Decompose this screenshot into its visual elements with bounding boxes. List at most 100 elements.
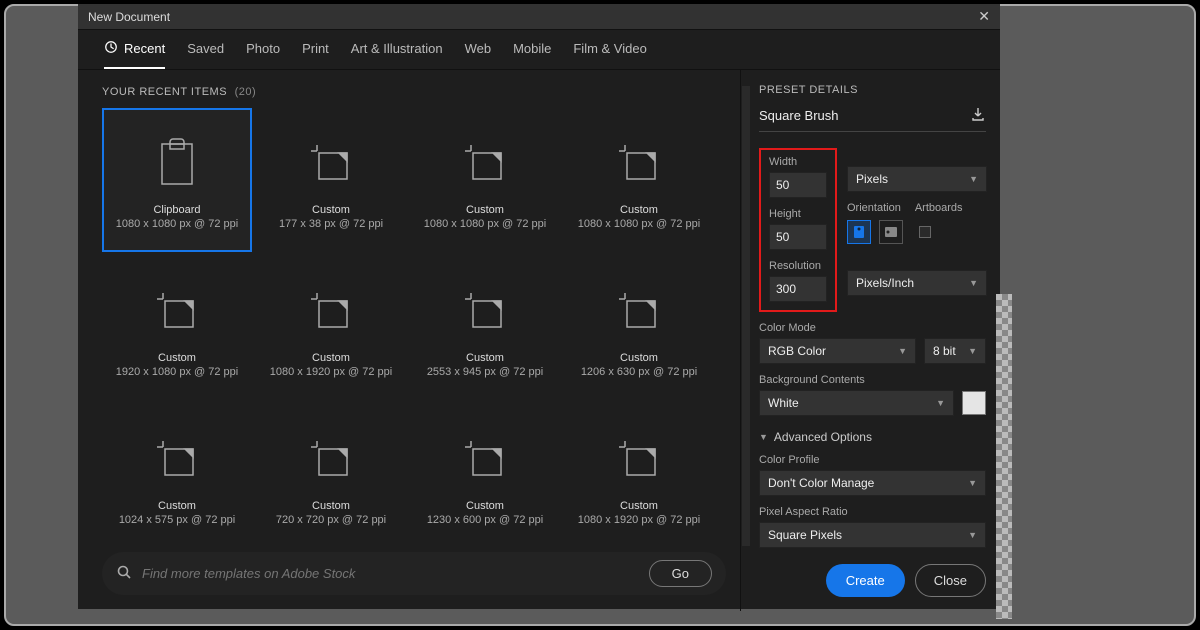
- close-button[interactable]: Close: [915, 564, 986, 597]
- search-icon: [116, 564, 132, 583]
- close-icon[interactable]: ✕: [978, 8, 990, 25]
- color-profile-select[interactable]: Don't Color Manage▼: [759, 470, 986, 496]
- preset-name: Custom: [620, 352, 658, 364]
- tab-saved[interactable]: Saved: [187, 40, 224, 69]
- tab-recent[interactable]: Recent: [104, 40, 165, 69]
- background-swatch[interactable]: [962, 391, 986, 415]
- resolution-unit-value: Pixels/Inch: [856, 276, 914, 290]
- width-unit-value: Pixels: [856, 172, 888, 186]
- document-icon: [614, 432, 664, 486]
- preset-dimensions: 177 x 38 px @ 72 ppi: [279, 218, 383, 230]
- import-preset-icon[interactable]: [970, 106, 986, 125]
- pixel-aspect-value: Square Pixels: [768, 528, 842, 542]
- preset-item[interactable]: Clipboard1080 x 1080 px @ 72 ppi: [102, 108, 252, 252]
- preset-name: Custom: [312, 352, 350, 364]
- clipboard-icon: [152, 136, 202, 190]
- tab-label: Photo: [246, 41, 280, 56]
- tab-art[interactable]: Art & Illustration: [351, 40, 443, 69]
- width-input[interactable]: [769, 172, 827, 198]
- preset-name: Custom: [158, 500, 196, 512]
- preset-item[interactable]: Custom 1080 x 1080 px @ 72 ppi: [410, 108, 560, 252]
- preset-dimensions: 1080 x 1920 px @ 72 ppi: [270, 366, 392, 378]
- advanced-options-toggle[interactable]: ▼ Advanced Options: [759, 430, 986, 444]
- preset-item[interactable]: Custom 1080 x 1920 px @ 72 ppi: [256, 256, 406, 400]
- tab-film[interactable]: Film & Video: [573, 40, 646, 69]
- chevron-down-icon: ▼: [759, 432, 768, 442]
- preset-name: Custom: [158, 352, 196, 364]
- stock-search-input[interactable]: [142, 566, 649, 581]
- preset-grid: Clipboard1080 x 1080 px @ 72 ppiCustom17…: [102, 108, 740, 542]
- preset-item[interactable]: Custom 1024 x 575 px @ 72 ppi: [102, 404, 252, 542]
- tab-label: Art & Illustration: [351, 41, 443, 56]
- create-button[interactable]: Create: [826, 564, 905, 597]
- document-icon: [460, 136, 510, 190]
- artboards-checkbox[interactable]: [919, 226, 931, 238]
- tab-print[interactable]: Print: [302, 40, 329, 69]
- orientation-landscape-button[interactable]: [879, 220, 903, 244]
- background-label: Background Contents: [759, 374, 986, 386]
- document-icon: [306, 432, 356, 486]
- document-icon: [152, 284, 202, 338]
- dimensions-highlight: Width Height Resolution: [759, 148, 837, 312]
- chevron-down-icon: ▼: [969, 278, 978, 288]
- tab-label: Saved: [187, 41, 224, 56]
- document-icon: [614, 284, 664, 338]
- chevron-down-icon: ▼: [936, 398, 945, 408]
- color-mode-value: RGB Color: [768, 344, 826, 358]
- resolution-unit-select[interactable]: Pixels/Inch ▼: [847, 270, 987, 296]
- width-unit-select[interactable]: Pixels ▼: [847, 166, 987, 192]
- chevron-down-icon: ▼: [969, 174, 978, 184]
- tab-photo[interactable]: Photo: [246, 40, 280, 69]
- preset-details-panel: PRESET DETAILS Width Height Resolution: [740, 70, 1000, 611]
- preset-item[interactable]: Custom1080 x 1080 px @ 72 ppi: [564, 108, 714, 252]
- tab-web[interactable]: Web: [465, 40, 492, 69]
- chevron-down-icon: ▼: [968, 530, 977, 540]
- width-label: Width: [769, 156, 827, 168]
- category-tabs: Recent Saved Photo Print Art & Illustrat…: [78, 30, 1000, 70]
- document-icon: [460, 284, 510, 338]
- preset-item[interactable]: Custom720 x 720 px @ 72 ppi: [256, 404, 406, 542]
- details-heading: PRESET DETAILS: [759, 84, 986, 96]
- pixel-aspect-select[interactable]: Square Pixels ▼: [759, 522, 986, 548]
- clock-icon: [104, 40, 118, 57]
- preset-dimensions: 1080 x 1080 px @ 72 ppi: [116, 218, 238, 230]
- transparency-checker: [996, 294, 1012, 619]
- recent-heading: YOUR RECENT ITEMS (20): [102, 86, 740, 98]
- preset-item[interactable]: Custom1230 x 600 px @ 72 ppi: [410, 404, 560, 542]
- preset-name: Custom: [466, 500, 504, 512]
- preset-name: Custom: [466, 204, 504, 216]
- preset-item[interactable]: Custom1080 x 1920 px @ 72 ppi: [564, 404, 714, 542]
- preset-name: Custom: [466, 352, 504, 364]
- preset-dimensions: 1080 x 1080 px @ 72 ppi: [424, 218, 546, 230]
- resolution-input[interactable]: [769, 276, 827, 302]
- background-select[interactable]: White ▼: [759, 390, 954, 416]
- preset-dimensions: 2553 x 945 px @ 72 ppi: [427, 366, 543, 378]
- color-mode-select[interactable]: RGB Color ▼: [759, 338, 916, 364]
- preset-item[interactable]: Custom1920 x 1080 px @ 72 ppi: [102, 256, 252, 400]
- preset-dimensions: 1024 x 575 px @ 72 ppi: [119, 514, 235, 526]
- background-value: White: [768, 396, 799, 410]
- document-icon: [306, 136, 356, 190]
- tab-label: Film & Video: [573, 41, 646, 56]
- chevron-down-icon: ▼: [898, 346, 907, 356]
- document-icon: [306, 284, 356, 338]
- preset-item[interactable]: Custom177 x 38 px @ 72 ppi: [256, 108, 406, 252]
- tab-label: Web: [465, 41, 492, 56]
- heading-text: YOUR RECENT ITEMS: [102, 86, 227, 98]
- stock-search-row: Go: [102, 552, 726, 595]
- orientation-portrait-button[interactable]: [847, 220, 871, 244]
- tab-mobile[interactable]: Mobile: [513, 40, 551, 69]
- height-input[interactable]: [769, 224, 827, 250]
- preset-dimensions: 1206 x 630 px @ 72 ppi: [581, 366, 697, 378]
- preset-name: Custom: [620, 500, 658, 512]
- color-profile-value: Don't Color Manage: [768, 476, 874, 490]
- preset-item[interactable]: Custom 2553 x 945 px @ 72 ppi: [410, 256, 560, 400]
- preset-name-input[interactable]: [759, 106, 970, 125]
- artboards-label: Artboards: [915, 202, 963, 214]
- tab-label: Print: [302, 41, 329, 56]
- bit-depth-select[interactable]: 8 bit▼: [924, 338, 986, 364]
- tab-label: Mobile: [513, 41, 551, 56]
- tab-label: Recent: [124, 41, 165, 56]
- preset-item[interactable]: Custom 1206 x 630 px @ 72 ppi: [564, 256, 714, 400]
- stock-go-button[interactable]: Go: [649, 560, 712, 587]
